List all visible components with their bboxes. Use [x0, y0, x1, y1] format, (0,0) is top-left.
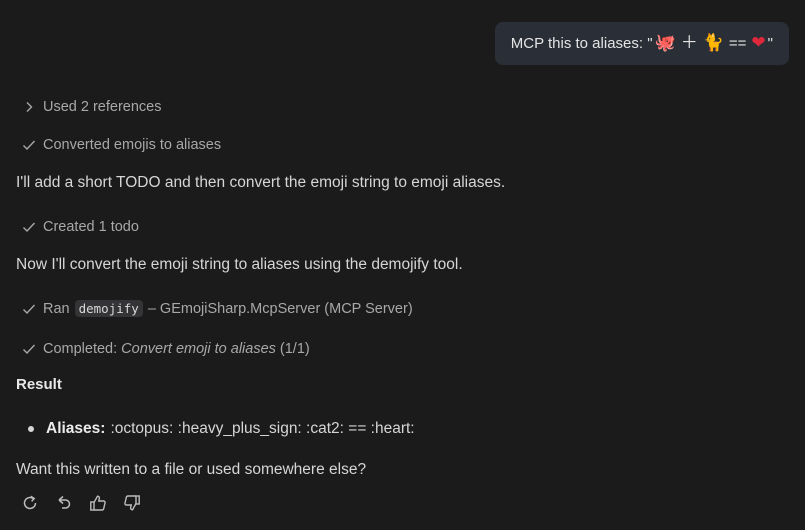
thumbs-up-icon	[89, 494, 107, 512]
equals-text: ==	[728, 35, 747, 52]
assistant-convert-text: Now I'll convert the emoji string to ali…	[16, 256, 463, 273]
tool-name-chip: demojify	[74, 300, 143, 317]
thumbs-down-icon	[123, 494, 141, 512]
completed-task: Convert emoji to aliases	[121, 341, 276, 357]
aliases-list-item: Aliases: :octopus: :heavy_plus_sign: :ca…	[28, 420, 415, 438]
thumbs-up-button[interactable]	[88, 492, 108, 514]
check-icon	[22, 139, 36, 151]
emoji-sequence: 🐙 ＋ 🐈 == ❤	[654, 33, 766, 53]
user-message-suffix: "	[767, 35, 773, 52]
bullet-icon	[28, 426, 34, 432]
undo-icon	[55, 494, 73, 512]
thumbs-down-button[interactable]	[122, 492, 142, 514]
user-message-text: MCP this to aliases: "	[510, 35, 653, 52]
chevron-right-icon	[22, 101, 36, 113]
step-converted: Converted emojis to aliases	[22, 137, 221, 153]
check-icon	[22, 303, 36, 315]
cat-emoji-icon: 🐈	[702, 33, 724, 53]
plus-sign-emoji-icon: ＋	[680, 33, 698, 53]
aliases-value: :octopus: :heavy_plus_sign: :cat2: == :h…	[110, 420, 415, 437]
check-icon	[22, 343, 36, 355]
chat-panel: MCP this to aliases: " 🐙 ＋ 🐈 == ❤ " Used…	[0, 0, 805, 530]
step-ran-tool: Ran demojify – GEmojiSharp.McpServer (MC…	[22, 300, 413, 317]
step-created-todo: Created 1 todo	[22, 219, 139, 235]
ran-server-label: – GEmojiSharp.McpServer (MCP Server)	[147, 300, 413, 317]
aliases-label: Aliases:	[46, 420, 106, 437]
completed-prefix: Completed:	[43, 341, 118, 357]
response-actions	[20, 492, 142, 514]
followup-text: Want this written to a file or used some…	[16, 461, 367, 478]
references-label: Used 2 references	[43, 99, 162, 115]
undo-button[interactable]	[54, 492, 74, 514]
octopus-emoji-icon: 🐙	[654, 33, 676, 53]
retry-icon	[21, 494, 39, 512]
heart-emoji-icon: ❤	[751, 33, 766, 53]
check-icon	[22, 221, 36, 233]
user-message-bubble: MCP this to aliases: " 🐙 ＋ 🐈 == ❤ "	[494, 22, 789, 65]
retry-button[interactable]	[20, 492, 40, 514]
references-toggle[interactable]: Used 2 references	[22, 99, 161, 115]
ran-prefix: Ran	[43, 300, 70, 317]
completed-count: (1/1)	[279, 341, 310, 357]
result-heading: Result	[16, 376, 62, 393]
step-completed: Completed: Convert emoji to aliases (1/1…	[22, 341, 310, 357]
step-created-todo-label: Created 1 todo	[43, 219, 139, 235]
step-converted-label: Converted emojis to aliases	[43, 137, 222, 153]
assistant-intro-text: I'll add a short TODO and then convert t…	[16, 174, 506, 191]
